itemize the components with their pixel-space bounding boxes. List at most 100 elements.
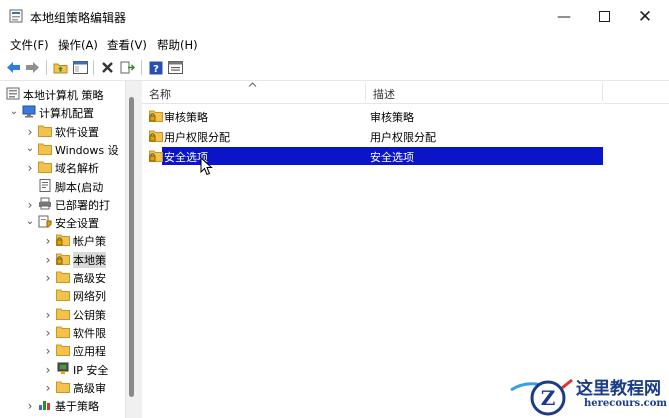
details-list: 名称 描述 审核策略 审核策略用户权限分配 用户权限分配安全选项 安全选项 [142, 81, 669, 418]
tree-item-label: 公钥策 [73, 308, 106, 322]
tree-item[interactable]: 本地计算机 策略 [0, 85, 137, 103]
column-header-description[interactable]: 描述 [366, 81, 602, 104]
expand-down-icon[interactable]: ⌄ [25, 143, 35, 155]
tree-item[interactable]: › 应用程 [0, 341, 137, 359]
menu-view[interactable]: 查看(V) [107, 37, 147, 53]
expand-right-icon[interactable]: › [43, 326, 53, 340]
back-button[interactable] [5, 59, 22, 76]
folder-icon [56, 271, 70, 283]
policy-description: 用户权限分配 [370, 131, 436, 144]
svg-text:Z: Z [541, 386, 556, 410]
properties-icon [168, 61, 183, 74]
export-button[interactable] [119, 59, 136, 76]
tree-item[interactable]: › 帐户策 [0, 231, 137, 249]
column-header-name[interactable]: 名称 [142, 81, 366, 104]
folder-icon [38, 143, 52, 155]
computer-policy-icon [6, 87, 20, 100]
lock-folder-icon [56, 234, 70, 247]
folder-icon [38, 125, 52, 137]
minimize-icon: — [557, 8, 571, 25]
maximize-button[interactable] [581, 0, 627, 33]
tree-item[interactable]: 网络列 [0, 286, 137, 304]
expand-right-icon[interactable]: › [43, 271, 53, 285]
lock-folder-icon [149, 150, 163, 162]
delete-button[interactable] [99, 59, 116, 76]
tree-item[interactable]: › IP 安全 [0, 360, 137, 378]
properties-button[interactable] [167, 59, 184, 76]
scrollbar-thumb[interactable] [129, 97, 134, 397]
forward-arrow-icon [26, 62, 39, 73]
lock-folder-icon [149, 110, 163, 122]
forward-button[interactable] [24, 59, 41, 76]
list-row[interactable]: 安全选项 安全选项 [142, 147, 669, 165]
expand-right-icon[interactable]: › [43, 363, 53, 377]
tree-item[interactable]: › 高级安 [0, 268, 137, 286]
menu-action[interactable]: 操作(A) [58, 37, 98, 53]
expand-right-icon[interactable]: › [25, 198, 35, 212]
close-button[interactable]: ✕ [622, 0, 668, 33]
tree-item[interactable]: › 基于策略 [0, 396, 137, 414]
expand-right-icon[interactable]: › [25, 399, 35, 413]
watermark-logo-icon: Z [510, 378, 573, 416]
menu-help[interactable]: 帮助(H) [157, 37, 198, 53]
tree-item[interactable]: › 软件设置 [0, 122, 137, 140]
security-settings-icon [38, 215, 52, 228]
list-row[interactable]: 用户权限分配 用户权限分配 [142, 127, 669, 145]
watermark-title: 这里教程网 [576, 379, 661, 399]
tree-item[interactable]: ⌄ 安全设置 [0, 213, 137, 231]
delete-x-icon [102, 62, 113, 73]
menu-file[interactable]: 文件(F) [10, 37, 49, 53]
lock-folder-icon [56, 253, 70, 265]
ip-security-icon [57, 362, 69, 374]
policy-name: 用户权限分配 [164, 131, 230, 144]
tree-item[interactable]: › 已部署的打 [0, 195, 137, 213]
tree-item-label: 本地策 [73, 251, 106, 268]
expand-right-icon[interactable]: › [25, 125, 35, 139]
tree-item[interactable]: › 域名解析 [0, 158, 137, 176]
tree-item[interactable]: ⌄ Windows 设 [0, 140, 137, 158]
tree-item-label: 软件限 [73, 326, 106, 340]
tree-item-label: 网络列 [73, 290, 106, 304]
column-header-empty [603, 81, 669, 104]
computer-icon [22, 105, 36, 118]
tree-item[interactable]: 脚本(启动 [0, 177, 137, 195]
window-title: 本地组策略编辑器 [30, 11, 127, 25]
close-icon: ✕ [637, 6, 653, 27]
expand-right-icon[interactable]: › [43, 234, 53, 248]
expand-right-icon[interactable]: › [43, 253, 53, 267]
policy-editor-icon [9, 9, 23, 23]
sort-up-icon [248, 82, 257, 87]
expand-down-icon[interactable]: ⌄ [25, 216, 35, 228]
tree-item[interactable]: › 高级审 [0, 378, 137, 396]
show-tree-button[interactable] [72, 59, 89, 76]
folder-icon [56, 344, 70, 357]
list-row[interactable]: 审核策略 审核策略 [142, 107, 669, 125]
up-folder-button[interactable] [52, 59, 69, 76]
tree-item-label: 高级审 [73, 381, 106, 395]
tree-item[interactable]: › 本地策 [0, 250, 137, 268]
tree-item-label: 帐户策 [73, 235, 106, 249]
tree-item-label: 安全设置 [55, 217, 99, 231]
site-watermark: Z 这里教程网 herecours.com [506, 370, 669, 418]
mouse-cursor [200, 157, 213, 176]
tree-item[interactable]: › 软件限 [0, 323, 137, 341]
chart-icon [39, 401, 50, 411]
expand-right-icon[interactable]: › [25, 161, 35, 175]
tree-item-label: 软件设置 [55, 125, 99, 139]
printer-icon [39, 197, 51, 210]
expand-down-icon[interactable]: ⌄ [9, 106, 19, 118]
tree-item-label: 高级安 [73, 272, 106, 285]
help-button[interactable]: ? [147, 59, 164, 76]
expand-right-icon[interactable]: › [43, 381, 53, 395]
tree-item-label: 域名解析 [55, 162, 99, 176]
help-icon: ? [149, 61, 162, 75]
toolbar: ? [0, 55, 669, 81]
expand-right-icon[interactable]: › [43, 308, 53, 322]
back-arrow-icon [7, 62, 20, 73]
tree-item[interactable]: ⌄ 计算机配置 [0, 103, 137, 121]
tree-item[interactable]: › 公钥策 [0, 305, 137, 323]
expand-right-icon[interactable]: › [43, 344, 53, 358]
tree-item-label: 脚本(启动 [55, 180, 104, 194]
tree-item-label: IP 安全 [73, 363, 109, 377]
up-folder-icon [53, 63, 68, 74]
